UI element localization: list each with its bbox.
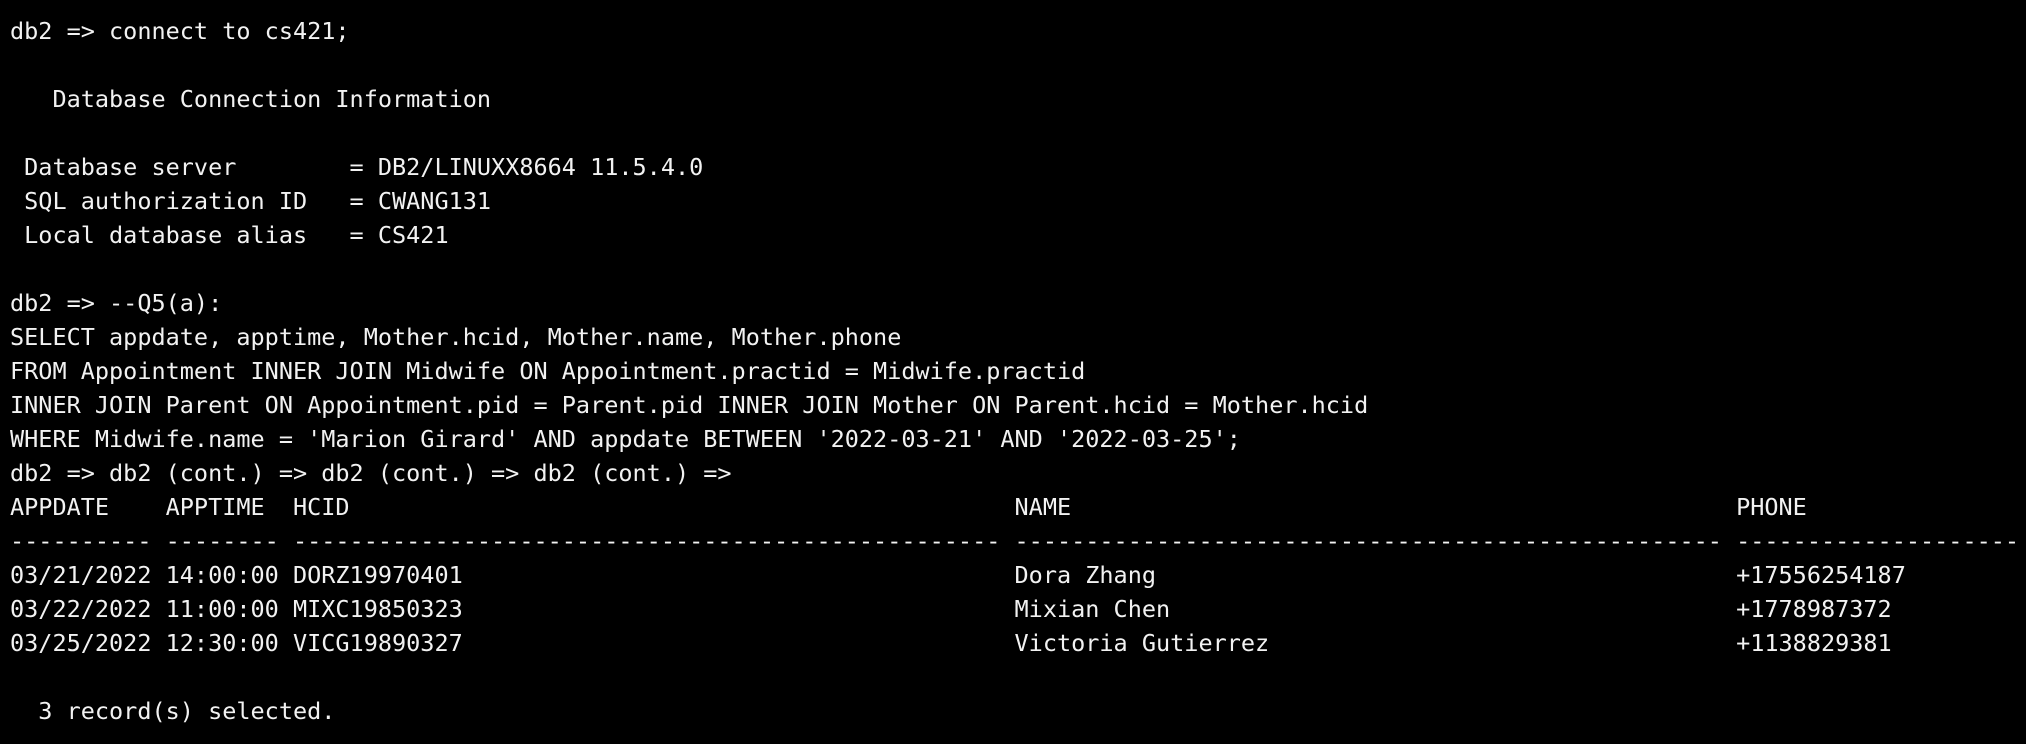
connection-info-server: Database server = DB2/LINUXX8664 11.5.4.… xyxy=(10,153,704,181)
sql-select-line: SELECT appdate, apptime, Mother.hcid, Mo… xyxy=(10,323,902,351)
table-row: 03/21/2022 14:00:00 DORZ19970401 Dora Zh… xyxy=(10,561,1906,589)
sql-from-line: FROM Appointment INNER JOIN Midwife ON A… xyxy=(10,357,1086,385)
table-row: 03/25/2022 12:30:00 VICG19890327 Victori… xyxy=(10,629,1892,657)
prompt-continuation-line: db2 => db2 (cont.) => db2 (cont.) => db2… xyxy=(10,459,732,487)
result-table-header: APPDATE APPTIME HCID NAME PHONE xyxy=(10,493,1807,521)
terminal-window[interactable]: db2 => connect to cs421; Database Connec… xyxy=(0,0,2026,744)
result-table-separator: ---------- -------- --------------------… xyxy=(10,527,2020,555)
table-row: 03/22/2022 11:00:00 MIXC19850323 Mixian … xyxy=(10,595,1892,623)
records-selected-summary: 3 record(s) selected. xyxy=(10,697,336,725)
command-line-comment: db2 => --Q5(a): xyxy=(10,289,223,317)
connection-info-heading: Database Connection Information xyxy=(10,85,492,113)
connection-info-auth-id: SQL authorization ID = CWANG131 xyxy=(10,187,492,215)
sql-where-line: WHERE Midwife.name = 'Marion Girard' AND… xyxy=(10,425,1241,453)
connection-info-alias: Local database alias = CS421 xyxy=(10,221,449,249)
command-line-connect: db2 => connect to cs421; xyxy=(10,17,350,45)
sql-join-line: INNER JOIN Parent ON Appointment.pid = P… xyxy=(10,391,1369,419)
